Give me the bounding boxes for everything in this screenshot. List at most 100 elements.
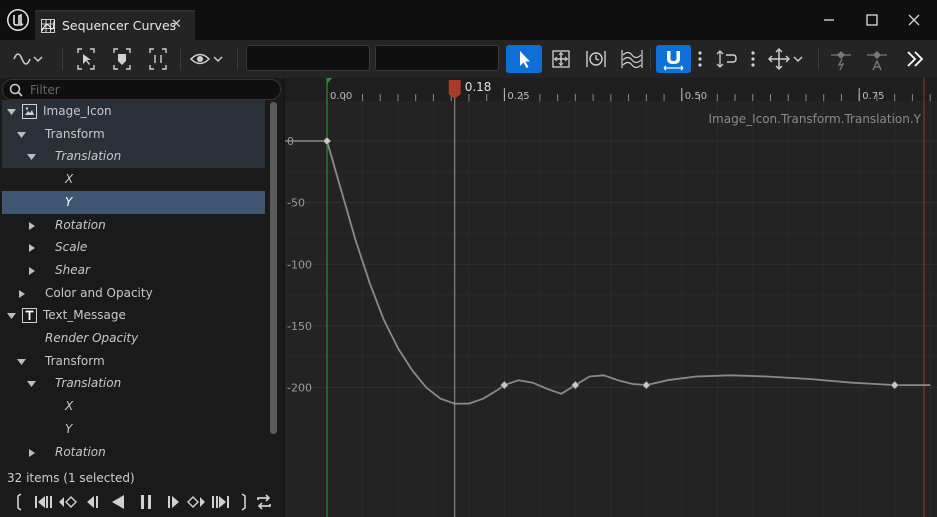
pause-icon[interactable] — [136, 492, 156, 512]
transform-tool-icon[interactable] — [548, 45, 574, 73]
caret-expanded-icon[interactable] — [7, 108, 16, 116]
toolbar-separator — [818, 48, 819, 70]
play-reverse-icon[interactable] — [108, 492, 128, 512]
tree-row-label: Text_Message — [43, 308, 126, 323]
tree-row-label: Y — [65, 421, 73, 436]
key-value-field[interactable] — [375, 45, 499, 71]
caret-collapsed-icon[interactable] — [28, 266, 37, 275]
tree-row-label: Shear — [55, 262, 90, 277]
toolbar-separator — [62, 48, 63, 70]
previous-key-icon[interactable] — [58, 492, 78, 512]
tree-scrollbar[interactable] — [270, 102, 277, 434]
caret-collapsed-icon[interactable] — [18, 289, 27, 298]
tree-row[interactable]: Translation — [2, 372, 265, 395]
tree-row[interactable]: Text_Message — [2, 304, 265, 327]
tree-row-label: Translation — [55, 149, 122, 164]
tree-row[interactable]: Y — [2, 418, 265, 441]
curve-name-label: Image_Icon.Transform.Translation.Y — [708, 112, 921, 126]
filter-box[interactable] — [2, 79, 281, 100]
next-frame-icon[interactable] — [163, 492, 183, 512]
caret-collapsed-icon[interactable] — [28, 448, 37, 457]
tree-row-label: Y — [65, 194, 73, 209]
curve-tree: Image_Icon Transform Translation X Y Rotation… — [0, 100, 266, 464]
tree-row[interactable]: Rotation — [2, 214, 265, 237]
tree-row[interactable]: Color and Opacity — [2, 282, 265, 305]
tree-row[interactable]: Shear — [2, 259, 265, 282]
curve-editor-tab-icon — [41, 19, 55, 33]
close-window-icon[interactable] — [906, 12, 922, 28]
tree-row[interactable]: Render Opacity — [2, 327, 265, 350]
axis-snap-dropdown-icon[interactable] — [766, 45, 806, 73]
tree-row[interactable]: Scale — [2, 236, 265, 259]
caret-expanded-icon[interactable] — [7, 312, 16, 320]
curve-tree-panel: Image_IconTransformTranslationXYRotation… — [0, 78, 283, 517]
tree-row-label: Image_Icon — [43, 104, 112, 118]
auto-tangent-alt-icon[interactable] — [864, 45, 890, 73]
search-icon — [9, 83, 23, 97]
jump-to-end-icon[interactable] — [211, 492, 231, 512]
tree-row[interactable]: Transform — [2, 350, 265, 373]
caret-expanded-icon[interactable] — [17, 358, 26, 366]
image-icon — [22, 104, 37, 119]
caret-expanded-icon[interactable] — [27, 153, 36, 161]
tangent-options-dots-icon[interactable] — [751, 50, 755, 68]
toolbar-separator — [180, 48, 181, 70]
tree-row[interactable]: Y — [2, 190, 265, 214]
multi-scale-tool-icon[interactable] — [619, 45, 645, 73]
tree-row-label: Transform — [45, 353, 105, 368]
tree-row-label: Translation — [55, 376, 122, 391]
tree-row[interactable]: X — [2, 395, 265, 418]
set-end-bracket-icon[interactable] — [237, 492, 251, 512]
curve-graph[interactable]: 0.000.250.500.750-50-100-150-200Image_Ic… — [285, 78, 937, 517]
view-mode-dropdown-icon[interactable] — [12, 45, 48, 73]
value-tick-label: -50 — [287, 197, 305, 210]
item-count-status: 32 items (1 selected) — [7, 471, 135, 485]
caret-collapsed-icon[interactable] — [28, 244, 37, 253]
caret-expanded-icon[interactable] — [17, 131, 26, 139]
caret-collapsed-icon[interactable] — [28, 221, 37, 230]
tree-row[interactable]: Rotation — [2, 441, 265, 464]
minimize-icon[interactable] — [821, 12, 837, 28]
time-tick-label: 0.50 — [685, 91, 707, 102]
caret-expanded-icon[interactable] — [27, 380, 36, 388]
value-tick-label: -150 — [287, 320, 312, 333]
title-bar: Sequencer Curves ✕ — [0, 0, 937, 40]
tree-row-label: Rotation — [55, 444, 106, 459]
more-options-chevrons-icon[interactable] — [903, 45, 927, 73]
curve-line[interactable] — [326, 140, 931, 405]
next-key-icon[interactable] — [186, 492, 206, 512]
auto-tangent-icon[interactable] — [828, 45, 854, 73]
key-time-field[interactable] — [246, 45, 370, 71]
frame-key-icon[interactable] — [110, 45, 134, 73]
tab-close-button[interactable]: ✕ — [171, 17, 182, 32]
visibility-dropdown-icon[interactable] — [189, 45, 227, 73]
tree-row[interactable]: Transform — [2, 122, 265, 146]
tree-row[interactable]: X — [2, 168, 265, 191]
curve-toolbar — [0, 40, 937, 78]
frame-all-icon[interactable] — [146, 45, 170, 73]
snap-options-dots-icon[interactable] — [698, 50, 702, 68]
previous-frame-icon[interactable] — [83, 492, 103, 512]
time-tick-label: 0.75 — [862, 91, 884, 102]
tree-row-label: Render Opacity — [45, 331, 139, 345]
maximize-icon[interactable] — [864, 12, 880, 28]
select-tool-button[interactable] — [506, 45, 542, 73]
curve-graph-area[interactable]: 0.000.250.500.750-50-100-150-200Image_Ic… — [285, 78, 937, 517]
jump-to-start-icon[interactable] — [33, 492, 53, 512]
zoom-to-fit-selection-icon[interactable] — [74, 45, 98, 73]
sequencer-curves-tab[interactable]: Sequencer Curves ✕ — [35, 10, 195, 40]
tree-row[interactable]: Translation — [2, 145, 265, 169]
tree-row-label: Color and Opacity — [45, 285, 153, 300]
tree-row[interactable]: Image_Icon — [2, 100, 265, 123]
tree-row-label: Scale — [55, 240, 88, 255]
snapping-toggle-button[interactable] — [656, 45, 691, 73]
filter-input[interactable] — [30, 82, 270, 98]
curve-key[interactable] — [322, 136, 332, 146]
retime-tool-icon[interactable] — [583, 45, 609, 73]
set-start-bracket-icon[interactable] — [12, 492, 26, 512]
tangent-snap-icon[interactable] — [714, 45, 740, 73]
value-tick-label: -100 — [287, 258, 312, 271]
loop-icon[interactable] — [254, 492, 274, 512]
tree-row-label: X — [65, 399, 74, 414]
value-tick-label: -200 — [287, 382, 312, 395]
